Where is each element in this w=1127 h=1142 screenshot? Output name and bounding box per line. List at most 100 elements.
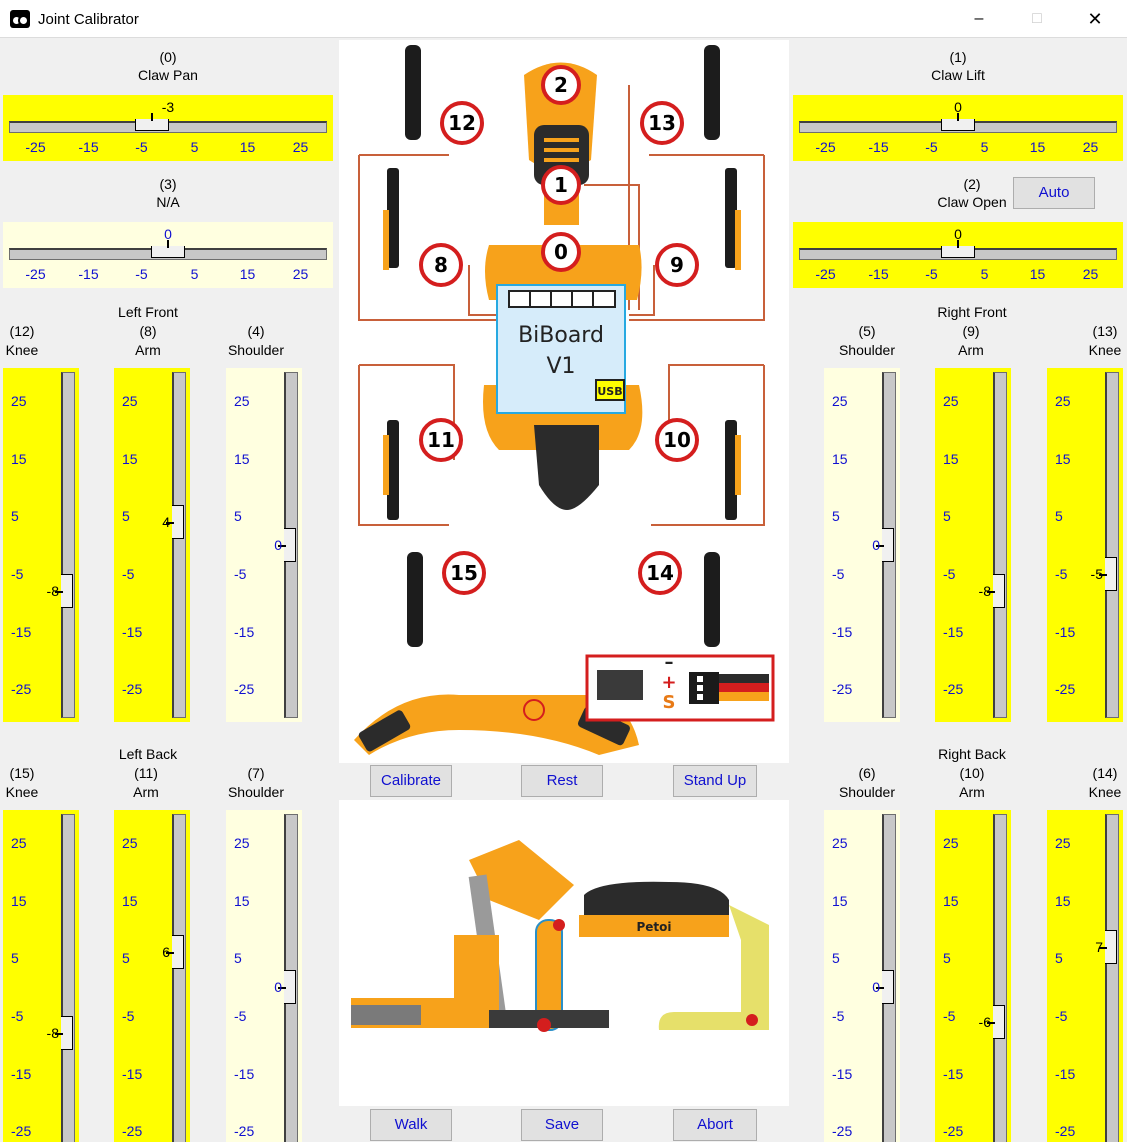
- tick-label: 15: [239, 266, 256, 282]
- tick-label: 15: [832, 892, 848, 909]
- arm-10-slider[interactable]: -6 25 15 5 -5 -15 -25: [935, 810, 1011, 1142]
- close-button[interactable]: ✕: [1066, 0, 1124, 38]
- board-title-text: BiBoard: [518, 323, 604, 348]
- tick-label: 15: [239, 139, 256, 155]
- joint-5-name: Shoulder: [838, 342, 896, 358]
- tick-label: 15: [11, 450, 27, 467]
- slider-thumb[interactable]: [1099, 929, 1117, 964]
- maximize-button[interactable]: □: [1008, 0, 1066, 38]
- slider-thumb[interactable]: [278, 528, 296, 562]
- tick-label: -25: [1055, 681, 1076, 698]
- slider-track[interactable]: [172, 372, 186, 718]
- joint-14-index: (14): [1092, 765, 1118, 781]
- tick-label: -25: [25, 266, 46, 282]
- tick-label: 25: [1082, 139, 1099, 155]
- claw-pan-slider[interactable]: -3 -25 -15 -5 5 15 25: [3, 95, 333, 161]
- claw-lift-slider[interactable]: 0 -25 -15 -5 5 15 25: [793, 95, 1123, 161]
- knee-15-slider[interactable]: -8 25 15 5 -5 -15 -25: [3, 810, 79, 1142]
- slider-track[interactable]: [993, 814, 1007, 1142]
- tick-label: 5: [190, 139, 199, 155]
- tick-label: 5: [122, 950, 130, 967]
- slider-thumb[interactable]: [941, 113, 975, 131]
- slider-track[interactable]: [172, 814, 186, 1142]
- abort-button[interactable]: Abort: [673, 1109, 757, 1141]
- slider-thumb[interactable]: [55, 1016, 73, 1051]
- tick-label: 5: [11, 950, 19, 967]
- tick-label: 15: [122, 892, 138, 909]
- tick-label: -25: [943, 681, 964, 698]
- tick-label: 15: [832, 450, 848, 467]
- slider-value: -8: [978, 583, 991, 600]
- slider-track[interactable]: [1105, 372, 1119, 718]
- tick-label: -5: [943, 1007, 956, 1024]
- joint-11-index: (11): [134, 765, 158, 781]
- tick-label: 5: [234, 508, 242, 525]
- stand-up-button[interactable]: Stand Up: [673, 765, 757, 797]
- tick-label: 5: [122, 508, 130, 525]
- slider-thumb[interactable]: [151, 240, 185, 258]
- joint-circle-2: 2: [541, 65, 581, 105]
- joint-7-name: Shoulder: [227, 784, 285, 800]
- slider-thumb[interactable]: [278, 970, 296, 1004]
- slider-thumb[interactable]: [166, 504, 184, 539]
- slider-value: -8: [46, 583, 59, 600]
- tick-label: 5: [943, 950, 951, 967]
- tick-label: 25: [943, 392, 959, 409]
- rest-button[interactable]: Rest: [521, 765, 603, 797]
- tick-label: -25: [25, 139, 46, 155]
- shoulder-5-slider[interactable]: 0 25 15 5 -5 -15 -25: [824, 368, 900, 722]
- slider-thumb[interactable]: [55, 574, 73, 609]
- claw-open-slider[interactable]: 0 -25 -15 -5 5 15 25: [793, 222, 1123, 288]
- arm-9-slider[interactable]: -8 25 15 5 -5 -15 -25: [935, 368, 1011, 722]
- arm-8-slider[interactable]: 4 25 15 5 -5 -15 -25: [114, 368, 190, 722]
- knee-13-slider[interactable]: -5 25 15 5 -5 -15 -25: [1047, 368, 1123, 722]
- shoulder-7-slider[interactable]: 0 25 15 5 -5 -15 -25: [226, 810, 302, 1142]
- slider-track[interactable]: [1105, 814, 1119, 1142]
- slider-thumb[interactable]: [941, 240, 975, 258]
- knee-14-slider[interactable]: 7 25 15 5 -5 -15 -25: [1047, 810, 1123, 1142]
- slider-thumb[interactable]: [876, 970, 894, 1004]
- auto-button[interactable]: Auto: [1013, 177, 1095, 209]
- joint-1-name: Claw Lift: [931, 67, 985, 83]
- knee-12-slider[interactable]: -8 25 15 5 -5 -15 -25: [3, 368, 79, 722]
- tick-label: -5: [234, 565, 247, 582]
- petoi-brand-text: Petoi: [636, 920, 671, 934]
- tick-label: 15: [943, 892, 959, 909]
- na-slider[interactable]: 0 -25 -15 -5 5 15 25: [3, 222, 333, 288]
- tick-label: -5: [832, 565, 845, 582]
- slider-thumb[interactable]: [166, 935, 184, 970]
- tick-label: 5: [234, 950, 242, 967]
- tick-label: 25: [122, 392, 138, 409]
- joint-3-index: (3): [159, 176, 177, 192]
- tick-label: -15: [122, 623, 143, 640]
- slider-thumb[interactable]: [987, 1004, 1005, 1039]
- joint-circle-13: 13: [640, 101, 684, 145]
- tick-label: 15: [943, 450, 959, 467]
- minimize-button[interactable]: –: [950, 0, 1008, 38]
- tick-label: -15: [1055, 623, 1076, 640]
- joint-12-name: Knee: [5, 342, 39, 358]
- tick-label: -15: [78, 266, 99, 282]
- tick-label: -5: [135, 266, 148, 282]
- robot-3d-panel: Petoi: [339, 800, 789, 1106]
- shoulder-6-slider[interactable]: 0 25 15 5 -5 -15 -25: [824, 810, 900, 1142]
- joint-circle-11: 11: [419, 418, 463, 462]
- slider-thumb[interactable]: [876, 528, 894, 562]
- slider-thumb[interactable]: [987, 574, 1005, 609]
- tick-label: 15: [234, 892, 250, 909]
- slider-thumb[interactable]: [135, 113, 170, 131]
- shoulder-4-slider[interactable]: 0 25 15 5 -5 -15 -25: [226, 368, 302, 722]
- joint-circle-14: 14: [638, 551, 682, 595]
- walk-button[interactable]: Walk: [370, 1109, 452, 1141]
- tick-label: -5: [925, 139, 938, 155]
- calibrate-button[interactable]: Calibrate: [370, 765, 452, 797]
- slider-track[interactable]: [993, 372, 1007, 718]
- arm-11-slider[interactable]: 6 25 15 5 -5 -15 -25: [114, 810, 190, 1142]
- save-button[interactable]: Save: [521, 1109, 603, 1141]
- tick-label: -15: [122, 1065, 143, 1082]
- title-bar: Joint Calibrator – □ ✕: [0, 0, 1127, 38]
- slider-track[interactable]: [61, 372, 75, 718]
- slider-thumb[interactable]: [1099, 556, 1117, 591]
- slider-track[interactable]: [61, 814, 75, 1142]
- joint-15-index: (15): [9, 765, 35, 781]
